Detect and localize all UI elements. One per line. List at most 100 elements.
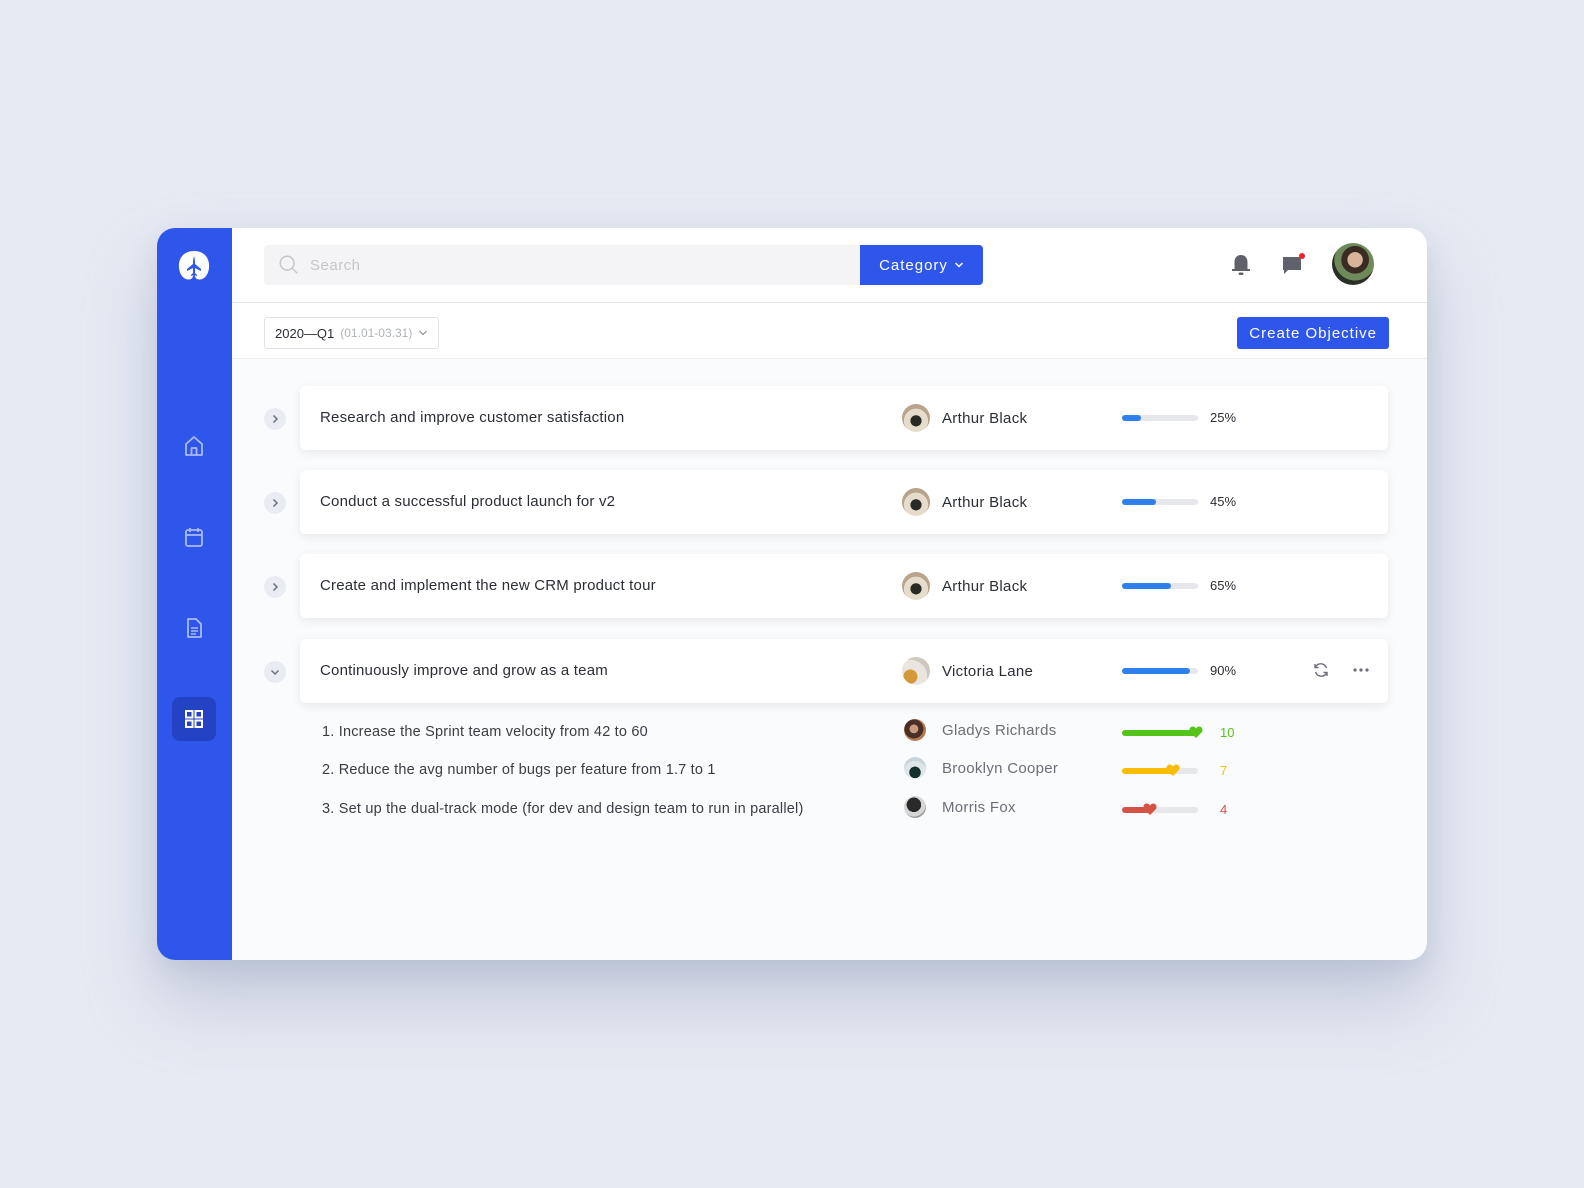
chevron-right-icon xyxy=(272,414,279,424)
heart-handle-icon[interactable] xyxy=(1166,763,1180,777)
search-box xyxy=(264,245,860,285)
progress-bar xyxy=(1122,583,1198,589)
notifications-button[interactable] xyxy=(1226,250,1256,280)
owner-name: Victoria Lane xyxy=(942,662,1034,680)
main-content: Category 2020—Q1 (01.01-03.31) Create Ob… xyxy=(232,228,1427,960)
objective-card[interactable]: Research and improve customer satisfacti… xyxy=(300,386,1388,450)
chat-icon xyxy=(1283,253,1305,274)
progress-percent: 90% xyxy=(1210,663,1237,678)
avatar xyxy=(904,796,926,818)
grid-icon xyxy=(185,710,203,728)
chevron-down-icon xyxy=(954,262,963,268)
calendar-icon xyxy=(185,528,203,547)
key-result-title: 3. Set up the dual-track mode (for dev a… xyxy=(322,801,804,817)
expand-toggle[interactable] xyxy=(264,408,286,430)
refresh-icon xyxy=(1314,663,1328,677)
bell-icon xyxy=(1232,255,1250,275)
sidebar-item-home[interactable] xyxy=(172,424,216,468)
avatar xyxy=(902,404,930,432)
chevron-right-icon xyxy=(272,582,279,592)
expand-toggle[interactable] xyxy=(264,492,286,514)
avatar xyxy=(902,657,930,685)
objective-owner: Arthur Black xyxy=(902,404,1027,432)
app-window: Category 2020—Q1 (01.01-03.31) Create Ob… xyxy=(157,228,1427,960)
period-range: (01.01-03.31) xyxy=(340,326,413,340)
owner-name: Arthur Black xyxy=(942,577,1028,595)
key-result-owner: Morris Fox xyxy=(904,796,1016,818)
progress-fill xyxy=(1122,415,1141,421)
expand-toggle[interactable] xyxy=(264,576,286,598)
objective-title: Research and improve customer satisfacti… xyxy=(320,409,625,426)
category-dropdown[interactable]: Category xyxy=(860,245,983,285)
objective-owner: Arthur Black xyxy=(902,572,1027,600)
home-icon xyxy=(185,436,203,456)
owner-name: Arthur Black xyxy=(942,409,1028,427)
objective-row: Continuously improve and grow as a team … xyxy=(232,639,1427,703)
progress-fill xyxy=(1122,499,1157,505)
chevron-right-icon xyxy=(272,498,279,508)
score-fill xyxy=(1122,730,1198,736)
avatar xyxy=(904,757,926,779)
score-value: 4 xyxy=(1220,802,1228,817)
objective-card[interactable]: Continuously improve and grow as a team … xyxy=(300,639,1388,703)
key-result-row[interactable]: 3. Set up the dual-track mode (for dev a… xyxy=(232,791,1427,829)
progress-bar xyxy=(1122,668,1198,674)
objective-title: Continuously improve and grow as a team xyxy=(320,662,608,679)
score-slider[interactable] xyxy=(1122,803,1198,815)
progress-percent: 25% xyxy=(1210,410,1237,425)
progress-percent: 45% xyxy=(1210,494,1237,509)
search-input[interactable] xyxy=(310,256,810,274)
key-result-row[interactable]: 2. Reduce the avg number of bugs per fea… xyxy=(232,752,1427,790)
card-actions xyxy=(1312,661,1370,679)
logo-icon[interactable] xyxy=(176,248,212,284)
objective-owner: Victoria Lane xyxy=(902,657,1033,685)
heart-handle-icon[interactable] xyxy=(1143,802,1157,816)
avatar xyxy=(902,572,930,600)
document-icon xyxy=(187,618,202,638)
chevron-down-icon xyxy=(419,330,428,336)
period-select[interactable]: 2020—Q1 (01.01-03.31) xyxy=(264,317,440,349)
progress-fill xyxy=(1122,668,1191,674)
more-options-button[interactable] xyxy=(1352,667,1370,673)
user-avatar[interactable] xyxy=(1332,243,1374,285)
owner-name: Gladys Richards xyxy=(942,721,1057,739)
progress-bar xyxy=(1122,415,1198,421)
progress-percent: 65% xyxy=(1210,578,1237,593)
objective-row: Create and implement the new CRM product… xyxy=(232,554,1427,618)
key-result-row[interactable]: 1. Increase the Sprint team velocity fro… xyxy=(232,714,1427,752)
objective-card[interactable]: Create and implement the new CRM product… xyxy=(300,554,1388,618)
category-label: Category xyxy=(879,256,948,274)
notification-dot xyxy=(1299,253,1305,259)
score-slider[interactable] xyxy=(1122,726,1203,738)
score-value: 10 xyxy=(1220,725,1235,740)
objective-title: Create and implement the new CRM product… xyxy=(320,577,656,594)
period-label: 2020—Q1 xyxy=(275,325,335,341)
collapse-toggle[interactable] xyxy=(264,661,286,683)
progress-bar xyxy=(1122,499,1198,505)
sidebar-item-calendar[interactable] xyxy=(172,515,216,559)
progress-fill xyxy=(1122,583,1172,589)
objective-card[interactable]: Conduct a successful product launch for … xyxy=(300,470,1388,534)
filter-bar: 2020—Q1 (01.01-03.31) Create Objective xyxy=(232,303,1427,359)
avatar xyxy=(904,719,926,741)
score-slider[interactable] xyxy=(1122,764,1198,776)
sidebar xyxy=(157,228,232,960)
search-icon xyxy=(279,255,298,274)
objective-owner: Arthur Black xyxy=(902,488,1027,516)
top-bar: Category xyxy=(232,228,1427,303)
key-result-title: 1. Increase the Sprint team velocity fro… xyxy=(322,724,648,740)
owner-name: Brooklyn Cooper xyxy=(942,759,1059,777)
score-value: 7 xyxy=(1220,763,1228,778)
refresh-button[interactable] xyxy=(1312,661,1330,679)
owner-name: Morris Fox xyxy=(942,798,1016,816)
chevron-down-icon xyxy=(270,669,280,676)
key-result-owner: Brooklyn Cooper xyxy=(904,757,1058,779)
messages-button[interactable] xyxy=(1278,250,1308,280)
avatar xyxy=(902,488,930,516)
more-horizontal-icon xyxy=(1353,668,1369,672)
sidebar-item-dashboard[interactable] xyxy=(172,697,216,741)
heart-handle-icon[interactable] xyxy=(1189,725,1203,739)
create-objective-button[interactable]: Create Objective xyxy=(1237,317,1389,349)
sidebar-item-documents[interactable] xyxy=(172,606,216,650)
key-result-title: 2. Reduce the avg number of bugs per fea… xyxy=(322,762,716,778)
